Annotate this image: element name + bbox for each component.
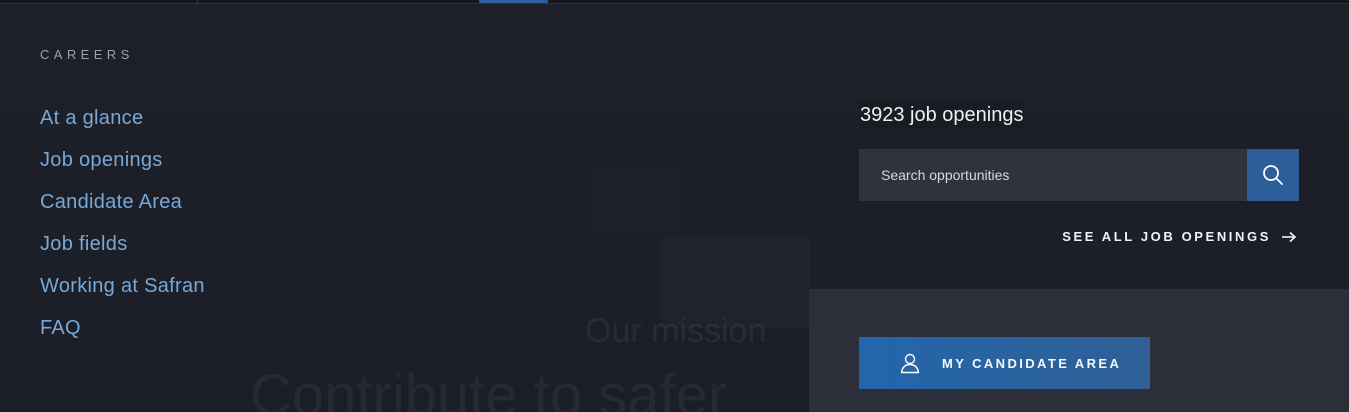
nav-item-job-openings[interactable]: Job openings <box>40 146 205 188</box>
nav-item-working-at-safran[interactable]: Working at Safran <box>40 272 205 314</box>
job-openings-count: 3923 job openings <box>859 101 1025 129</box>
background-mission-text: Our mission <box>585 312 767 350</box>
search-input[interactable] <box>879 166 1247 184</box>
my-candidate-area-button[interactable]: MY CANDIDATE AREA <box>859 337 1150 389</box>
nav-item-job-fields[interactable]: Job fields <box>40 230 205 272</box>
see-all-job-openings-link[interactable]: SEE ALL JOB OPENINGS <box>1062 229 1297 244</box>
nav-item-candidate-area[interactable]: Candidate Area <box>40 188 205 230</box>
nav-item-at-a-glance[interactable]: At a glance <box>40 104 205 146</box>
candidate-button-label: MY CANDIDATE AREA <box>942 355 1122 371</box>
background-building-shape <box>590 170 680 230</box>
active-tab-indicator <box>479 0 548 3</box>
arrow-right-icon <box>1281 231 1297 243</box>
search-button[interactable] <box>1247 149 1299 201</box>
search-icon <box>1262 164 1284 186</box>
user-icon <box>899 352 921 374</box>
top-divider <box>197 0 198 3</box>
top-navigation-strip <box>0 0 1349 4</box>
section-label-careers: CAREERS <box>40 47 134 62</box>
see-all-label: SEE ALL JOB OPENINGS <box>1062 229 1271 244</box>
nav-item-faq[interactable]: FAQ <box>40 314 205 356</box>
careers-nav-list: At a glance Job openings Candidate Area … <box>40 104 205 356</box>
careers-menu-page: Our mission Contribute to safer CAREERS … <box>0 0 1349 412</box>
background-contribute-text: Contribute to safer <box>250 363 728 412</box>
search-field-container <box>859 149 1247 201</box>
